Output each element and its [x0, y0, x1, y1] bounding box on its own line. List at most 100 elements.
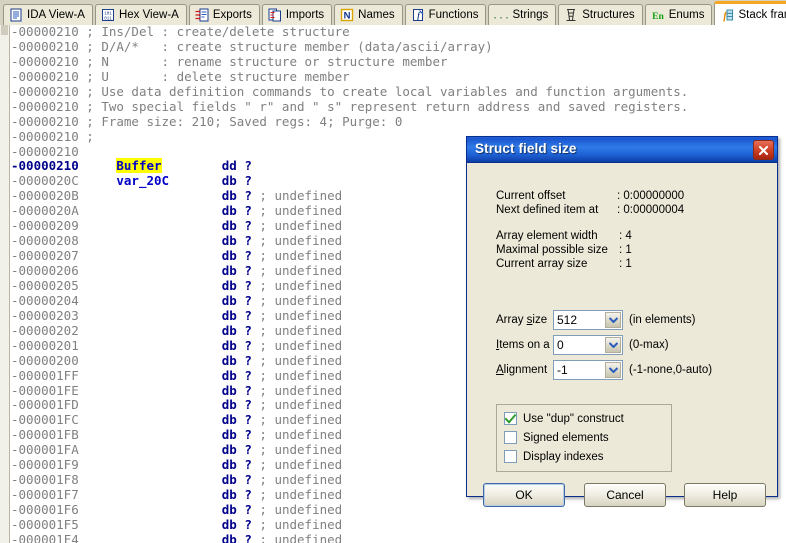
line-comment: ; undefined [259, 292, 343, 308]
combobox-value[interactable]: 512 [557, 313, 577, 327]
data-directive: db [221, 382, 237, 398]
data-operand: ? [244, 188, 252, 204]
line-address: -00000210 [11, 98, 79, 114]
chevron-down-icon[interactable] [605, 312, 621, 328]
next-defined-item-value: : 0:00000004 [617, 204, 685, 216]
checkbox-row[interactable]: Use "dup" construct [504, 412, 624, 425]
tab-names[interactable]: N Names [334, 4, 403, 25]
tab-functions[interactable]: f Functions [404, 4, 487, 25]
tab-ida-view-a[interactable]: IDA View-A [3, 4, 93, 25]
checkbox-row[interactable]: Signed elements [504, 431, 609, 444]
line-comment: ; undefined [259, 397, 343, 413]
struct-field-size-dialog[interactable]: Struct field size Current offset : 0:000… [466, 136, 778, 507]
stack-variable-row[interactable]: -000001F4 db ? ; undefined [11, 531, 786, 543]
line-address: -00000208 [11, 233, 79, 249]
line-address: -000001F5 [11, 516, 79, 532]
variable-name-highlighted[interactable]: Buffer [116, 158, 162, 174]
line-address: -00000209 [11, 218, 79, 234]
checkbox-row[interactable]: Display indexes [504, 450, 604, 463]
tab-structures[interactable]: Structures [558, 4, 643, 25]
data-operand: ? [244, 322, 252, 338]
line-comment: ; undefined [259, 472, 343, 488]
data-directive: db [221, 397, 237, 413]
cancel-button[interactable]: Cancel [584, 483, 666, 507]
line-comment: ; undefined [259, 442, 343, 458]
line-address: -0000020A [11, 203, 79, 219]
dialog-body: Current offset : 0:00000000 Next defined… [467, 163, 777, 507]
line-address: -00000210 [11, 68, 79, 84]
line-comment: ; undefined [259, 382, 343, 398]
line-address: -00000202 [11, 322, 79, 338]
hex-grid-icon: 101 011 [101, 8, 115, 22]
line-address: -00000206 [11, 263, 79, 278]
comment-line: -00000210 ; Ins/Del : create/delete stru… [11, 25, 786, 40]
tab-stack-frame[interactable]: f Stack frame [714, 1, 786, 25]
imports-arrow-icon [268, 8, 282, 22]
combobox-value[interactable]: 0 [557, 338, 564, 352]
data-directive: db [221, 307, 237, 323]
tab-label: Hex View-A [118, 8, 179, 21]
ok-button[interactable]: OK [483, 483, 565, 507]
vertical-scrollbar-gutter[interactable] [0, 25, 10, 543]
tab-exports[interactable]: Exports [188, 4, 260, 25]
line-address: -00000210 [11, 158, 79, 174]
next-defined-item-label: Next defined item at [496, 204, 599, 216]
checkbox-checked[interactable] [504, 412, 517, 425]
stack-variable-row[interactable]: -000001F5 db ? ; undefined [11, 516, 786, 533]
data-operand: ? [244, 457, 252, 473]
data-directive: db [221, 292, 237, 308]
tab-strings[interactable]: "..." Strings [488, 4, 557, 25]
view-tab-bar: IDA View-A 101 011 Hex View-A Exports Imports… [0, 0, 786, 25]
line-address: -000001F4 [11, 531, 79, 543]
dialog-title-bar[interactable]: Struct field size [467, 137, 777, 163]
line-address: -00000204 [11, 292, 79, 308]
tab-enums[interactable]: En Enums [644, 4, 713, 25]
stack-variable-row[interactable]: -000001F6 db ? ; undefined [11, 502, 786, 518]
functions-f-icon: f [411, 8, 425, 22]
data-directive: db [221, 248, 237, 264]
line-comment: ; [86, 128, 94, 144]
data-operand: ? [244, 248, 252, 264]
combobox-value[interactable]: -1 [557, 363, 568, 377]
line-comment: ; undefined [259, 188, 343, 204]
tab-hex-view-a[interactable]: 101 011 Hex View-A [94, 4, 187, 25]
combobox[interactable]: -1 [553, 360, 623, 380]
line-comment: ; Use data definition commands to create… [86, 83, 689, 99]
tab-imports[interactable]: Imports [261, 4, 333, 25]
data-operand: ? [244, 277, 252, 293]
combobox[interactable]: 0 [553, 335, 623, 355]
combobox[interactable]: 512 [553, 310, 623, 330]
array-element-width-label: Array element width [496, 230, 598, 242]
line-address: -000001FC [11, 412, 79, 428]
svg-text:101: 101 [104, 12, 112, 16]
help-button[interactable]: Help [684, 483, 766, 507]
chevron-down-icon[interactable] [605, 362, 621, 378]
tab-label: IDA View-A [27, 8, 85, 21]
field-label: Array size [496, 314, 547, 326]
variable-name[interactable]: var_20C [116, 173, 169, 188]
data-directive: db [221, 233, 237, 249]
checkbox[interactable] [504, 431, 517, 444]
array-element-width-value: : 4 [619, 230, 632, 242]
line-comment: ; undefined [259, 352, 343, 368]
quotes-icon: "..." [494, 8, 508, 23]
checkbox[interactable] [504, 450, 517, 463]
scrollbar-thumb[interactable] [1, 25, 8, 35]
chevron-down-icon[interactable] [605, 337, 621, 353]
close-icon[interactable] [753, 140, 774, 160]
